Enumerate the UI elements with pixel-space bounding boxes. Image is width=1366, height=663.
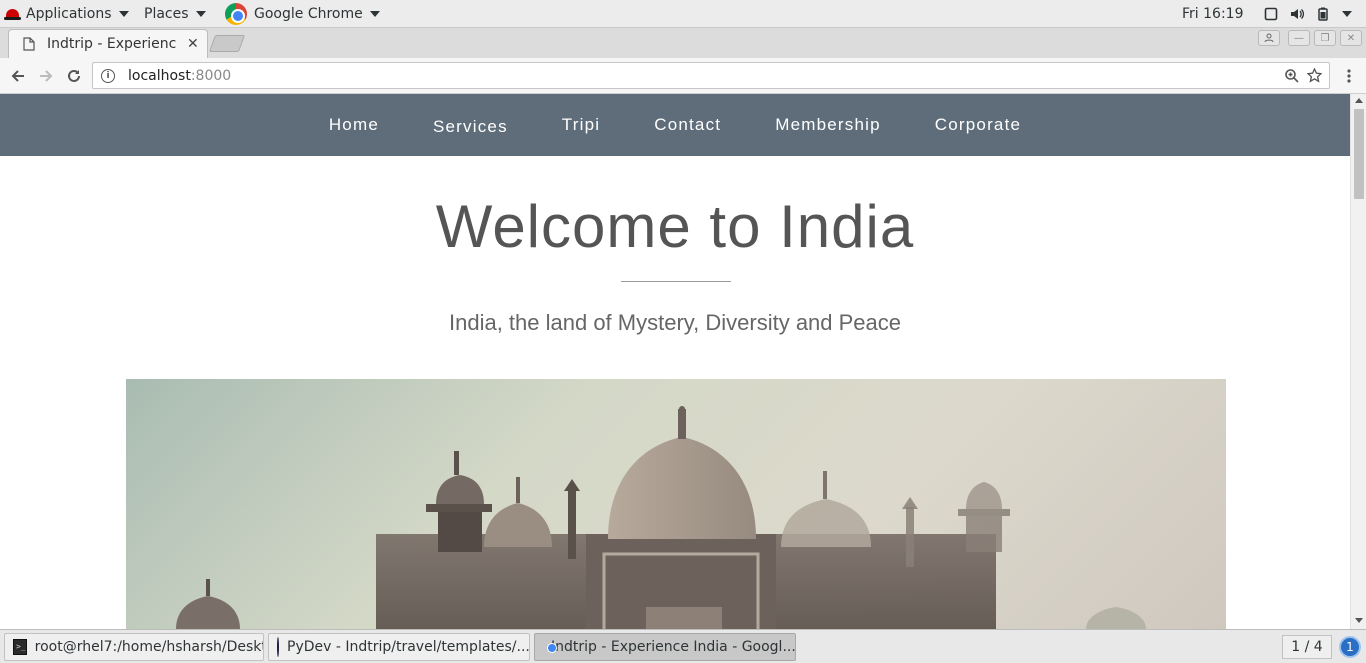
notification-count: 1 (1346, 640, 1354, 654)
hero-image-taj-mahal (126, 379, 1226, 629)
applications-label: Applications (26, 6, 112, 22)
zoom-icon[interactable] (1285, 69, 1299, 83)
browser-tab[interactable]: Indtrip - Experience India ✕ (8, 29, 208, 58)
url-host: localhost (128, 67, 191, 84)
nav-home[interactable]: Home (329, 115, 379, 135)
app-menu[interactable]: Google Chrome (225, 0, 380, 28)
task-label: PyDev - Indtrip/travel/templates/... (287, 639, 530, 655)
star-icon[interactable] (1307, 68, 1322, 83)
profile-button[interactable] (1258, 30, 1280, 46)
close-icon: ✕ (1346, 32, 1356, 44)
scroll-up-icon[interactable] (1355, 98, 1363, 103)
tab-title: Indtrip - Experience India (47, 36, 177, 52)
chrome-menu-button[interactable] (1337, 64, 1361, 88)
task-label: root@rhel7:/home/hsharsh/Desktop (34, 639, 264, 655)
scroll-down-icon[interactable] (1355, 618, 1363, 623)
chevron-down-icon (1342, 11, 1352, 17)
taj-mahal-illustration (176, 406, 1146, 629)
window-list-taskbar: >_ root@rhel7:/home/hsharsh/Desktop PyDe… (0, 629, 1366, 663)
page-scrollbar[interactable] (1350, 94, 1366, 629)
minimize-icon: — (1294, 32, 1304, 44)
page-heading: Welcome to India (435, 193, 915, 260)
site-navbar: Home Services Tripi Contact Membership C… (0, 94, 1350, 156)
terminal-icon: >_ (13, 639, 27, 655)
close-window-button[interactable]: ✕ (1340, 30, 1362, 46)
task-label: Indtrip - Experience India - Googl... (551, 639, 796, 655)
redhat-icon (4, 8, 21, 20)
web-page: Home Services Tripi Contact Membership C… (0, 94, 1350, 629)
close-icon[interactable]: ✕ (187, 36, 199, 52)
battery-icon (1318, 7, 1328, 21)
kebab-menu-icon (1347, 69, 1351, 83)
minimize-button[interactable]: — (1288, 30, 1310, 46)
workspace-indicator[interactable]: 1 / 4 (1282, 635, 1332, 659)
task-chrome[interactable]: Indtrip - Experience India - Googl... (534, 633, 796, 661)
back-button[interactable] (6, 64, 30, 88)
nav-corporate[interactable]: Corporate (935, 115, 1021, 135)
clock-label: Fri 16:19 (1182, 6, 1244, 22)
app-menu-label: Google Chrome (254, 6, 363, 22)
maximize-button[interactable]: ❐ (1314, 30, 1336, 46)
system-menu[interactable] (1264, 0, 1352, 28)
restore-icon: ❐ (1320, 32, 1330, 44)
nav-services[interactable]: Services (433, 117, 508, 137)
workspace-label: 1 / 4 (1291, 639, 1323, 655)
browser-toolbar: i localhost:8000 (0, 58, 1366, 94)
scroll-thumb[interactable] (1354, 109, 1364, 199)
address-bar[interactable]: i localhost:8000 (92, 62, 1330, 89)
user-icon (1264, 33, 1274, 43)
chevron-down-icon (369, 11, 380, 17)
page-tagline: India, the land of Mystery, Diversity an… (448, 310, 902, 335)
nav-tripi[interactable]: Tripi (562, 115, 600, 135)
reload-button[interactable] (62, 64, 86, 88)
volume-icon (1291, 9, 1304, 19)
page-icon (23, 37, 35, 51)
nav-contact[interactable]: Contact (654, 115, 721, 135)
tab-strip: Indtrip - Experience India ✕ — ❐ ✕ (0, 28, 1366, 58)
reload-icon (68, 69, 80, 82)
divider (621, 281, 731, 282)
task-terminal[interactable]: >_ root@rhel7:/home/hsharsh/Desktop (4, 633, 264, 661)
applications-menu[interactable]: Applications (4, 0, 129, 28)
places-menu[interactable]: Places (144, 0, 206, 28)
notification-badge[interactable]: 1 (1339, 636, 1361, 658)
task-pydev[interactable]: PyDev - Indtrip/travel/templates/... (268, 633, 530, 661)
nav-membership[interactable]: Membership (775, 115, 881, 135)
url-port: :8000 (190, 67, 232, 84)
chevron-down-icon (195, 11, 206, 17)
clock[interactable]: Fri 16:19 (1182, 0, 1243, 28)
chevron-down-icon (118, 11, 129, 17)
arrow-left-icon (11, 70, 24, 82)
places-label: Places (144, 6, 189, 22)
gnome-top-bar: Applications Places Google Chrome Fri 16… (0, 0, 1366, 28)
window-icon (1264, 7, 1278, 21)
forward-button[interactable] (34, 64, 58, 88)
info-icon[interactable]: i (101, 68, 115, 83)
new-tab-button[interactable] (208, 35, 246, 52)
arrow-right-icon (40, 70, 53, 82)
eclipse-icon (277, 637, 279, 657)
chrome-icon (225, 3, 247, 25)
